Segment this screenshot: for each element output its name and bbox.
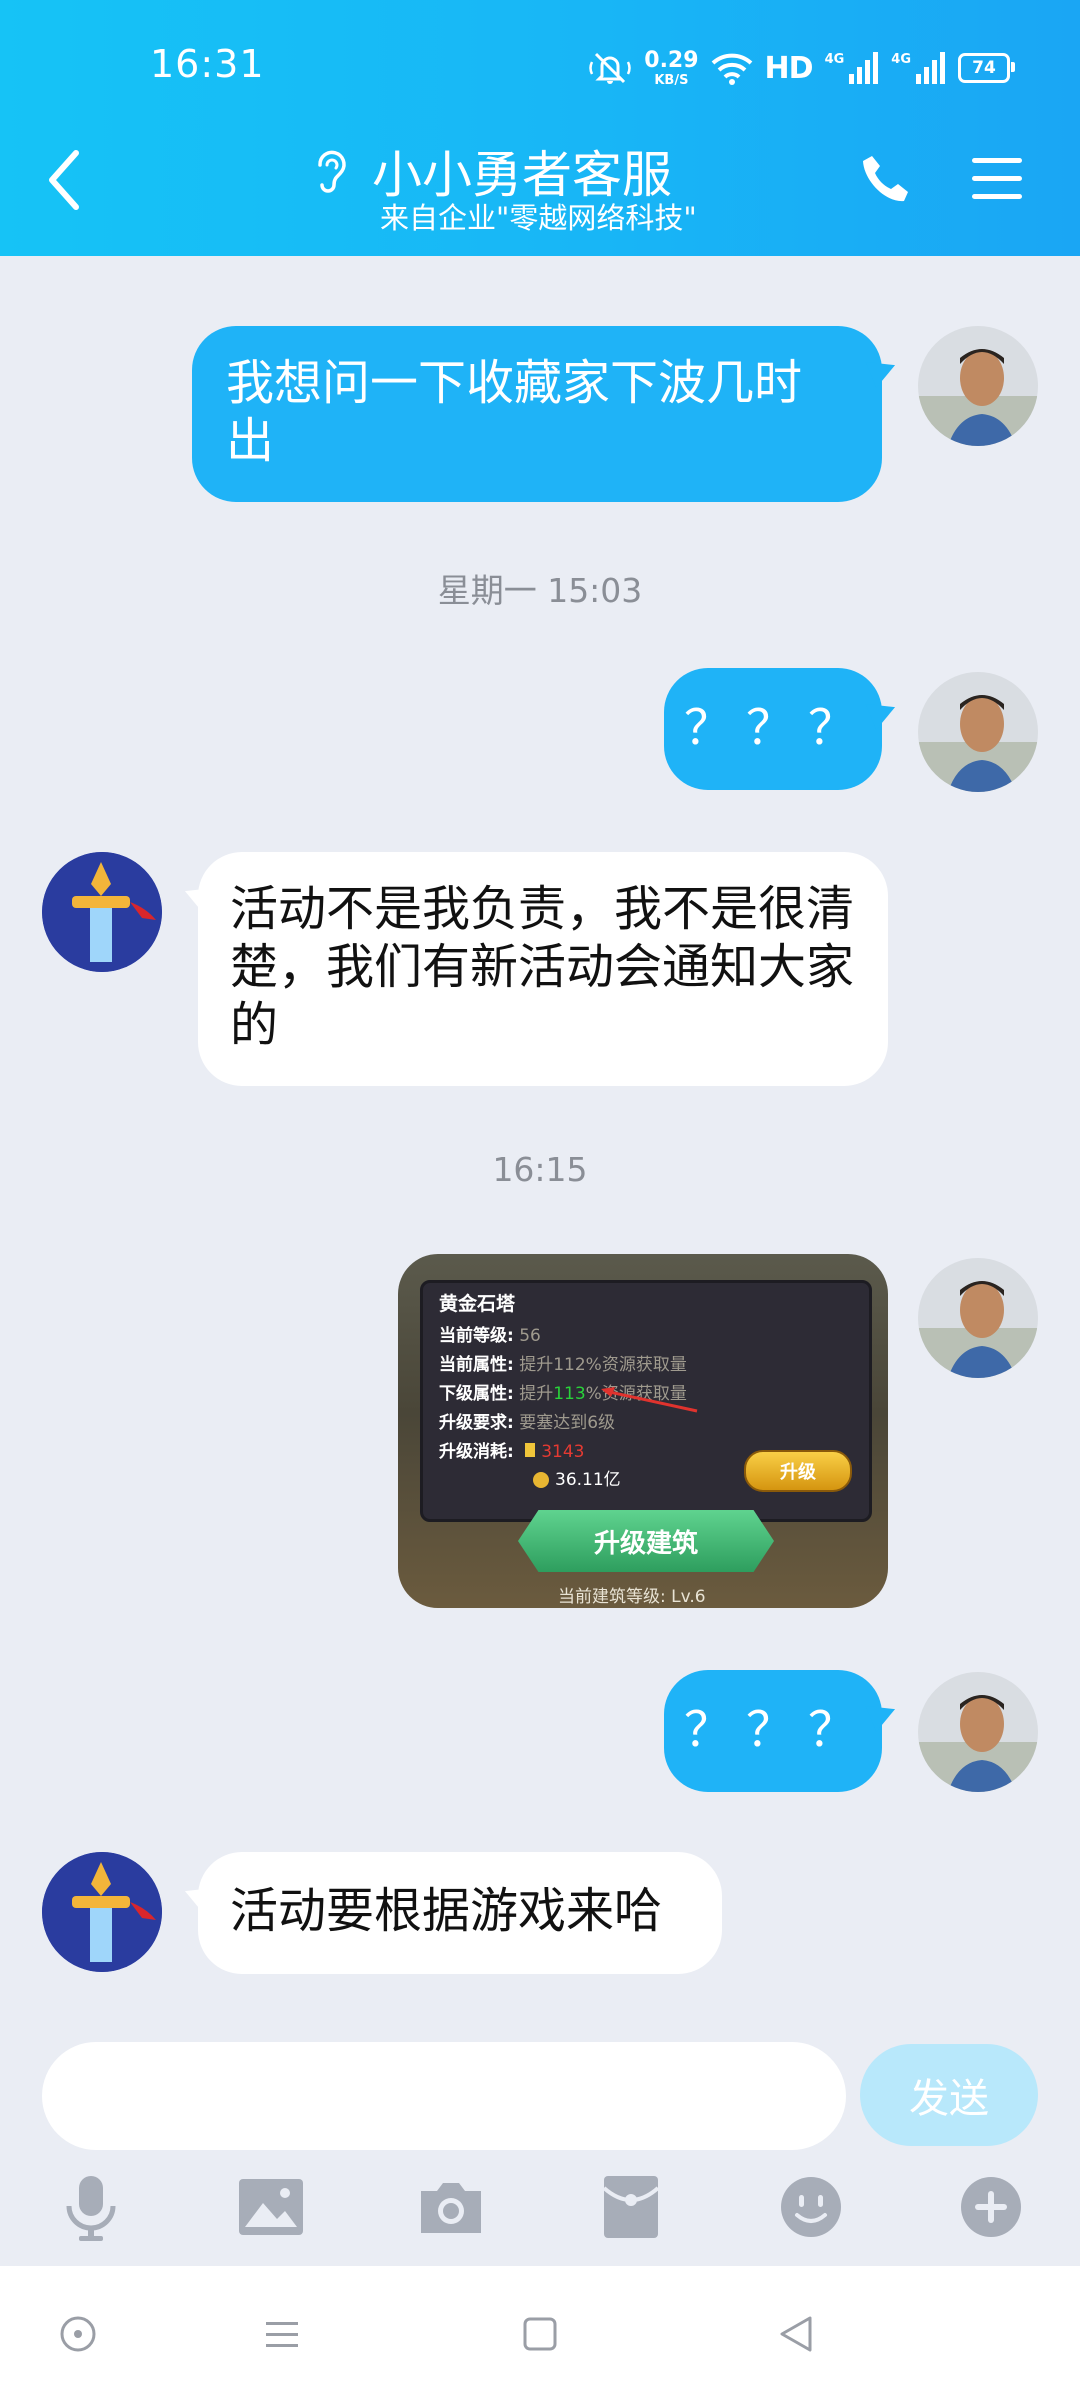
- battery-icon: 74: [958, 53, 1015, 83]
- image-icon: [239, 2179, 303, 2235]
- red-packet-icon: [602, 2176, 660, 2238]
- red-packet-button[interactable]: [596, 2172, 666, 2242]
- recent-apps-button[interactable]: [254, 2306, 310, 2362]
- timestamp: 星期一 15:03: [437, 571, 643, 610]
- my-avatar[interactable]: [918, 1258, 1038, 1378]
- chat-header: 16:31 0.29 KB/S HD 4G 4G 74 小小勇者客服 来自企业"…: [0, 0, 1080, 256]
- ear-icon: [318, 150, 346, 193]
- message-text: 活动不是我负责，我不是很清楚，我们有新活动会通知大家的: [230, 881, 855, 1053]
- more-button[interactable]: [956, 2172, 1026, 2242]
- message-input[interactable]: [42, 2042, 846, 2150]
- send-button[interactable]: 发送: [860, 2044, 1038, 2146]
- my-avatar[interactable]: [918, 1672, 1038, 1792]
- message-text: ？？？: [684, 700, 871, 756]
- back-button[interactable]: [40, 145, 88, 215]
- message-text: ？？？: [684, 1702, 871, 1758]
- microphone-icon: [66, 2176, 116, 2241]
- assistant-button[interactable]: [50, 2306, 106, 2362]
- dot-circle-icon: [60, 2316, 96, 2352]
- message-text: 活动要根据游戏来哈: [230, 1883, 663, 1939]
- message-bubble-outgoing[interactable]: ？？？: [664, 668, 882, 790]
- my-avatar[interactable]: [918, 672, 1038, 792]
- message-bubble-incoming[interactable]: 活动不是我负责，我不是很清楚，我们有新活动会通知大家的: [198, 852, 888, 1086]
- plus-icon: [961, 2177, 1021, 2237]
- home-button[interactable]: [512, 2306, 568, 2362]
- game-building-title: 黄金石塔: [439, 1293, 516, 1315]
- signal-icon-2: 4G: [891, 52, 946, 84]
- input-bar: 发送: [0, 2036, 1080, 2266]
- hd-indicator: HD: [764, 50, 814, 86]
- mute-icon: [589, 52, 632, 84]
- game-bottom-text: 当前建筑等级: Lv.6: [558, 1587, 706, 1607]
- game-build-button: 升级建筑: [518, 1510, 774, 1572]
- gold-bar-icon: [525, 1443, 536, 1457]
- voice-button[interactable]: [56, 2172, 126, 2242]
- wifi-icon: [711, 53, 752, 85]
- image-message[interactable]: 黄金石塔 当前等级: 56 当前属性: 提升112%资源获取量 下级属性: 提升…: [398, 1254, 888, 1608]
- signal-icon-1: 4G: [825, 52, 880, 84]
- back-nav-button[interactable]: [768, 2306, 824, 2362]
- camera-button[interactable]: [416, 2172, 486, 2242]
- emoji-button[interactable]: [776, 2172, 846, 2242]
- timestamp: 16:15: [492, 1150, 588, 1189]
- message-bubble-outgoing[interactable]: 我想问一下收藏家下波几时出: [192, 326, 882, 502]
- network-speed: 0.29 KB/S: [644, 47, 699, 88]
- message-bubble-outgoing[interactable]: ？？？: [664, 1670, 882, 1792]
- triangle-back-icon: [780, 2316, 812, 2352]
- status-time: 16:31: [150, 42, 265, 86]
- system-navigation-bar: [0, 2266, 1080, 2400]
- camera-icon: [421, 2183, 481, 2233]
- chat-area[interactable]: 我想问一下收藏家下波几时出 星期一 15:03 ？？？ 活动不是我负责，我不是很…: [0, 256, 1080, 2036]
- status-icons: 0.29 KB/S HD 4G 4G 74: [588, 46, 1015, 90]
- game-upgrade-button: 升级: [744, 1450, 852, 1492]
- phone-button[interactable]: [858, 152, 914, 208]
- emoji-icon: [781, 2177, 841, 2237]
- support-avatar[interactable]: [42, 1852, 162, 1972]
- chat-subtitle: 来自企业"零越网络科技": [380, 201, 697, 235]
- gallery-button[interactable]: [236, 2172, 306, 2242]
- menu-button[interactable]: [968, 150, 1026, 208]
- support-avatar[interactable]: [42, 852, 162, 972]
- square-icon: [523, 2317, 557, 2351]
- my-avatar[interactable]: [918, 326, 1038, 446]
- chat-title-area[interactable]: 小小勇者客服 来自企业"零越网络科技": [310, 135, 730, 235]
- message-bubble-incoming[interactable]: 活动要根据游戏来哈: [198, 1852, 722, 1974]
- menu-lines-icon: [266, 2322, 298, 2347]
- message-text: 我想问一下收藏家下波几时出: [226, 355, 803, 469]
- coin-icon: [533, 1472, 549, 1488]
